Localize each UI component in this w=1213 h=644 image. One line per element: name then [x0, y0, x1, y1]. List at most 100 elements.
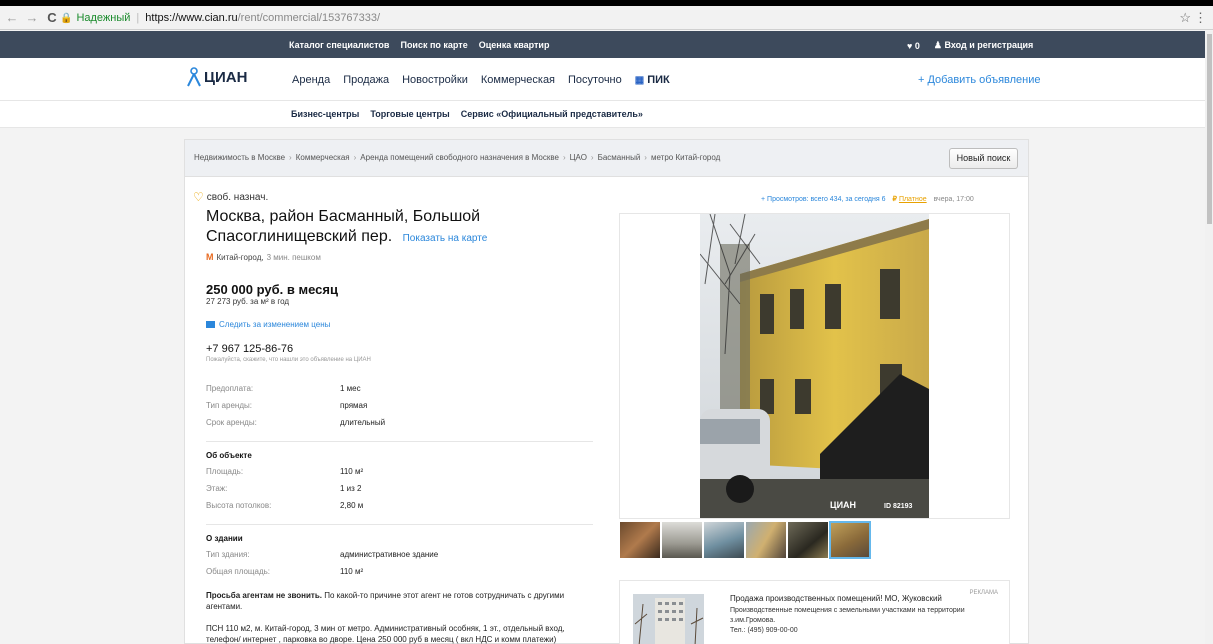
breadcrumb-item[interactable]: Аренда помещений свободного назначения в… [360, 153, 559, 162]
login-button[interactable]: ♟ Вход и регистрация [934, 40, 1033, 51]
envelope-icon [206, 321, 215, 328]
browser-menu-icon[interactable]: ⋮ [1194, 10, 1207, 26]
listing-address: Москва, район Басманный, Большой Спасогл… [206, 207, 596, 249]
link-apartment-valuation[interactable]: Оценка квартир [479, 40, 550, 50]
breadcrumb-item[interactable]: ЦАО [570, 153, 587, 162]
prop-value: административное здание [340, 550, 439, 559]
property-type: своб. назнач. [206, 191, 269, 203]
nav-sale[interactable]: Продажа [343, 74, 389, 86]
paid-badge: ₽ Платное [893, 195, 927, 203]
secure-label: Надежный [76, 12, 131, 24]
prop-value: 1 мес [340, 384, 361, 393]
metro-station[interactable]: Китай-город, [217, 253, 264, 262]
ad-tag: РЕКЛАМА [969, 590, 998, 596]
new-search-button[interactable]: Новый поиск [949, 148, 1018, 169]
prop-row: Предоплата: 1 мес [206, 380, 593, 397]
listing-properties: Предоплата: 1 мес Тип аренды: прямая Срок … [206, 380, 593, 580]
prop-label: Срок аренды: [206, 418, 257, 427]
top-utility-bar: Каталог специалистов Поиск по карте Оцен… [0, 31, 1205, 58]
chevron-right-icon: › [353, 153, 357, 162]
metro-icon: M [206, 252, 214, 262]
published-time: вчера, 17:00 [933, 195, 974, 203]
url-path: /rent/commercial/153767333/ [237, 12, 381, 24]
link-map-search[interactable]: Поиск по карте [400, 40, 467, 50]
photo-thumbnails [619, 521, 871, 559]
pik-label: ПИК [647, 74, 670, 86]
phone-number[interactable]: +7 967 125-86-76 [206, 343, 593, 355]
ad-title[interactable]: Продажа производственных помещений! МО, … [730, 594, 1000, 604]
nav-pik[interactable]: ▦ ПИК [635, 74, 670, 86]
prop-value: длительный [340, 418, 386, 427]
photo-gallery[interactable]: ЦИАН ID 82193 [619, 213, 1010, 519]
divider [206, 441, 593, 442]
nav-new-buildings[interactable]: Новостройки [402, 74, 468, 86]
cian-logo[interactable]: ЦИАН [186, 67, 247, 87]
photo-id: ID 82193 [884, 503, 913, 510]
user-icon: ♟ [933, 40, 942, 50]
views-link[interactable]: + Просмотров: всего 434, за сегодня 6 [761, 196, 886, 203]
desc-main: ПСН 110 м2, м. Китай-город, 3 мин от мет… [206, 624, 565, 644]
prop-value: 2,80 м [340, 501, 364, 510]
breadcrumb-item[interactable]: Басманный [598, 153, 641, 162]
thumbnail[interactable] [703, 521, 745, 559]
nav-commercial[interactable]: Коммерческая [481, 74, 555, 86]
prop-value: прямая [340, 401, 368, 410]
breadcrumb-item[interactable]: Коммерческая [296, 153, 350, 162]
subnav-shopping-centers[interactable]: Торговые центры [370, 109, 449, 119]
ad-body: Производственные помещения с земельными … [730, 607, 965, 624]
link-specialists-catalog[interactable]: Каталог специалистов [289, 40, 389, 50]
logo-mark-icon [187, 67, 201, 87]
phone-note: Пожалуйста, скажите, что нашли это объяв… [206, 357, 371, 363]
paid-label: Платное [898, 196, 927, 203]
chevron-right-icon: › [644, 153, 647, 162]
add-listing-link[interactable]: + Добавить объявление [918, 74, 1041, 86]
prop-label: Предоплата: [206, 384, 254, 393]
prop-value: 1 из 2 [340, 484, 362, 493]
prop-row: Тип здания: административное здание [206, 546, 593, 563]
address-separator: | [136, 12, 140, 24]
forward-icon[interactable]: → [24, 10, 40, 26]
nav-daily[interactable]: Посуточно [568, 74, 622, 86]
favorites-button[interactable]: ♥ 0 [907, 41, 920, 51]
prop-value: 110 м² [340, 467, 364, 476]
desc-bold: Просьба агентам не звонить. [206, 591, 322, 600]
sub-navigation: Бизнес-центры Торговые центры Сервис «Оф… [0, 101, 1205, 128]
bookmark-star-icon[interactable]: ☆ [1179, 10, 1191, 26]
reload-icon[interactable]: C [44, 10, 60, 26]
main-navigation: ЦИАН Аренда Продажа Новостройки Коммерче… [0, 58, 1205, 101]
logo-text: ЦИАН [204, 68, 248, 86]
prop-row: Тип аренды: прямая [206, 397, 593, 414]
thumbnail[interactable] [787, 521, 829, 559]
subnav-business-centers[interactable]: Бизнес-центры [291, 109, 359, 119]
lock-icon: 🔒 [60, 12, 73, 24]
scrollbar-thumb[interactable] [1207, 34, 1212, 224]
views-label: Просмотров: всего 434, за сегодня 6 [767, 195, 886, 203]
advertisement[interactable]: Продажа производственных помещений! МО, … [619, 580, 1010, 644]
url-host: https://www.cian.ru [145, 12, 238, 24]
thumbnail[interactable] [745, 521, 787, 559]
address-bar[interactable]: 🔒 Надежный | https://www.cian.ru /rent/c… [60, 9, 1190, 27]
object-section-title: Об объекте [206, 451, 252, 460]
pik-icon: ▦ [634, 74, 645, 86]
thumbnail[interactable] [661, 521, 703, 559]
show-on-map-link[interactable]: Показать на карте [403, 233, 488, 244]
thumbnail-selected[interactable] [829, 521, 871, 559]
price-per-m2: 27 273 руб. за м² в год [206, 297, 290, 306]
breadcrumb: Недвижимость в Москве › Коммерческая › Аре… [185, 140, 1028, 177]
chevron-right-icon: › [590, 153, 594, 162]
follow-price-link[interactable]: Следить за изменением цены [206, 320, 593, 329]
breadcrumb-item[interactable]: Недвижимость в Москве [194, 153, 285, 162]
ad-image [633, 594, 704, 644]
main-photo[interactable]: ЦИАН ID 82193 [700, 214, 929, 518]
prop-row: Площадь: 110 м² [206, 463, 593, 480]
subnav-official-rep[interactable]: Сервис «Официальный представитель» [461, 109, 643, 119]
prop-label: Тип аренды: [206, 401, 252, 410]
breadcrumb-item[interactable]: метро Китай-город [651, 153, 720, 162]
favorites-count: 0 [914, 40, 920, 51]
nav-rent[interactable]: Аренда [292, 74, 330, 86]
thumbnail[interactable] [619, 521, 661, 559]
back-icon[interactable]: ← [4, 10, 20, 26]
price: 250 000 руб. в месяц [206, 282, 338, 297]
favorite-heart-icon[interactable]: ♡ [193, 190, 204, 204]
chevron-right-icon: › [289, 153, 292, 162]
